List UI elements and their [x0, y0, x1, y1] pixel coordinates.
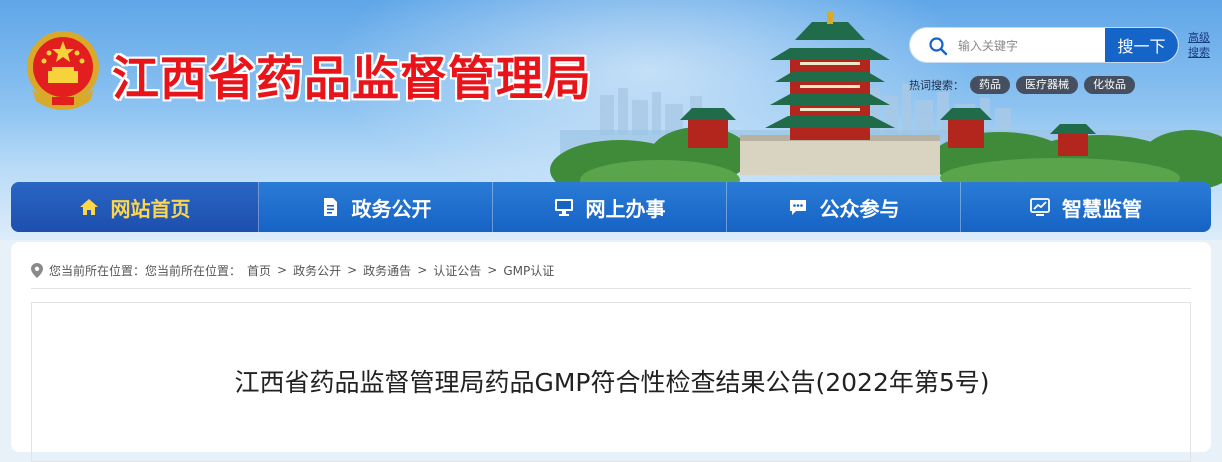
screen-chart-icon	[1030, 198, 1050, 216]
breadcrumb-prefix: 您当前所在位置：您当前所在位置：	[49, 263, 242, 278]
chat-icon	[789, 200, 806, 215]
search-input[interactable]	[956, 28, 1108, 62]
search-icon	[929, 37, 948, 56]
breadcrumb: 您当前所在位置：您当前所在位置： 首页 > 政务公开 > 政务通告 > 认证公告 > GMP认证	[31, 260, 554, 280]
monitor-icon	[554, 199, 573, 216]
nav-item-label: 政务公开	[351, 196, 432, 221]
location-pin-icon	[31, 262, 43, 278]
nav-item-smart-supervision[interactable]: 智慧监管	[961, 182, 1211, 232]
nav-item-government-affairs[interactable]: 政务公开	[259, 182, 493, 232]
breadcrumb-link-home[interactable]: 首页	[247, 262, 271, 279]
breadcrumb-separator: >	[277, 263, 288, 277]
nav-item-label: 网上办事	[585, 196, 666, 221]
hot-search-item[interactable]: 药品	[970, 76, 1010, 94]
advanced-search-link[interactable]: 高级搜索	[1186, 30, 1212, 60]
nav-item-public-participation[interactable]: 公众参与	[727, 182, 961, 232]
national-emblem-logo	[27, 31, 99, 110]
site-title: 江西省药品监督管理局	[112, 52, 592, 107]
nav-item-label: 公众参与	[819, 196, 900, 221]
hot-search-bar: 热词搜索： 药品 医疗器械 化妆品	[909, 75, 1135, 95]
breadcrumb-link-government-affairs[interactable]: 政务公开	[293, 262, 341, 279]
article-container: 江西省药品监督管理局药品GMP符合性检查结果公告(2022年第5号)	[31, 302, 1191, 462]
nav-item-label: 智慧监管	[1062, 196, 1142, 221]
content-card: 您当前所在位置：您当前所在位置： 首页 > 政务公开 > 政务通告 > 认证公告 > GMP认证 …	[11, 242, 1211, 462]
hot-search-item[interactable]: 医疗器械	[1016, 76, 1078, 94]
home-icon	[79, 199, 98, 215]
breadcrumb-separator: >	[487, 263, 498, 277]
breadcrumb-link-notices[interactable]: 政务通告	[363, 262, 411, 279]
breadcrumb-link-gmp[interactable]: GMP认证	[503, 262, 554, 279]
document-icon	[323, 198, 337, 216]
article-title: 江西省药品监督管理局药品GMP符合性检查结果公告(2022年第5号)	[234, 368, 990, 397]
search-button[interactable]: 搜一下	[1105, 28, 1178, 62]
nav-item-home[interactable]: 网站首页	[11, 182, 259, 232]
breadcrumb-separator: >	[417, 263, 428, 277]
breadcrumb-divider	[31, 288, 1191, 289]
hot-search-item[interactable]: 化妆品	[1084, 76, 1135, 94]
breadcrumb-separator: >	[347, 263, 358, 277]
search-box: 搜一下	[909, 27, 1179, 63]
main-nav: 网站首页 政务公开 网上办事 公众参与 智慧监管	[11, 182, 1211, 232]
nav-item-label: 网站首页	[110, 196, 191, 221]
hot-search-label: 热词搜索：	[909, 79, 964, 92]
breadcrumb-link-certification[interactable]: 认证公告	[433, 262, 481, 279]
nav-item-online-services[interactable]: 网上办事	[493, 182, 727, 232]
